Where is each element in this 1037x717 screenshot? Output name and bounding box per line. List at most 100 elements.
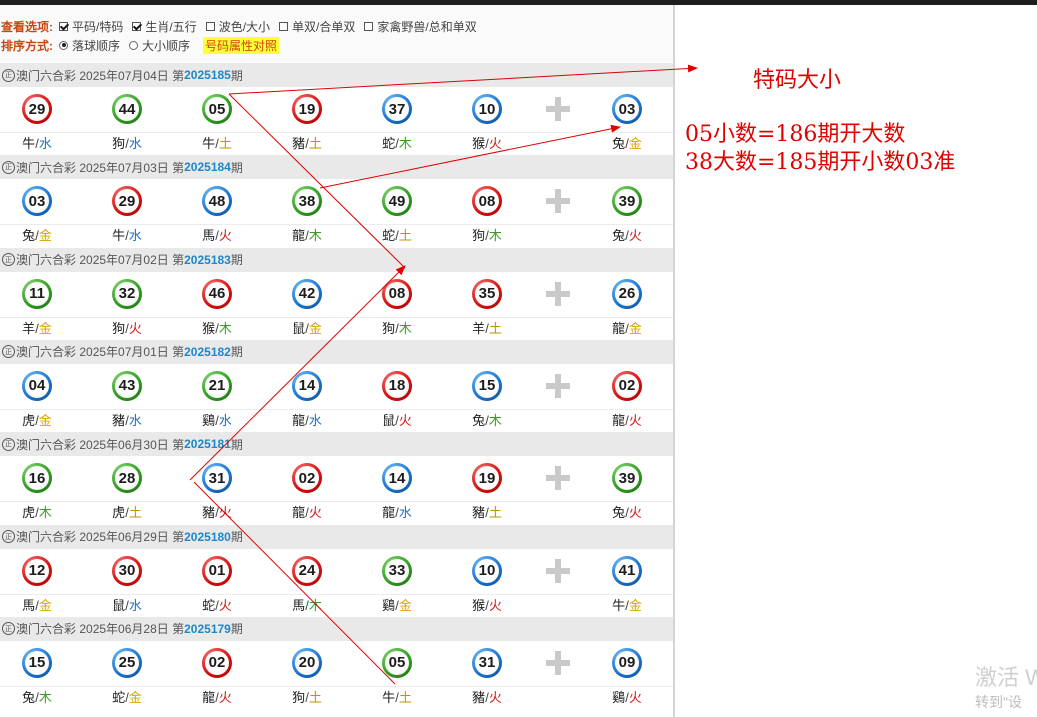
zodiac: 兔 <box>612 505 626 521</box>
ball-row: 12 30 01 24 33 10 41 <box>0 549 673 594</box>
zodiac-element-label: 兔/金 <box>22 228 52 244</box>
element: 水 <box>38 136 52 151</box>
element: 火 <box>218 689 232 705</box>
lottery-name: 澳门六合彩 <box>16 622 77 637</box>
plus-icon <box>546 466 570 491</box>
zodiac-element-label: 馬/金 <box>22 597 52 613</box>
ball-number: 14 <box>385 466 409 491</box>
zodiac: 豬 <box>292 136 306 151</box>
zodiac: 馬 <box>22 597 36 613</box>
radio-icon[interactable] <box>129 40 139 50</box>
zodiac: 蛇 <box>382 228 396 244</box>
element: 木 <box>398 320 412 336</box>
view-option-3[interactable]: 单双/合单双 <box>279 18 355 35</box>
zodiac: 猴 <box>202 320 216 336</box>
watermark-line-2: 转到"设 <box>975 694 1022 710</box>
options-bar: 查看选项: 平码/特码 生肖/五行 波色/大小 单双/合单双 家禽野兽/总和单双 排序方… <box>0 5 673 62</box>
sort-option-0[interactable]: 落球顺序 <box>59 37 120 54</box>
number-ball: 04 <box>22 370 52 401</box>
view-option-1[interactable]: 生肖/五行 <box>132 18 197 35</box>
number-ball: 03 <box>22 186 52 217</box>
element: 金 <box>38 228 52 244</box>
element: 木 <box>398 136 412 151</box>
period-number[interactable]: 2025181 <box>184 437 231 451</box>
sort-option-1[interactable]: 大小顺序 <box>129 37 190 54</box>
ball-number: 20 <box>295 650 319 675</box>
element: 土 <box>488 320 502 336</box>
ball-number: 16 <box>25 466 49 491</box>
sort-options-row: 排序方式: 落球顺序 大小顺序 号码属性对照 <box>1 36 280 54</box>
ball-number: 10 <box>475 97 499 121</box>
element: 火 <box>308 505 322 521</box>
special-number-ball: 02 <box>612 370 642 401</box>
zodiac-element-label: 豬/火 <box>202 505 232 521</box>
period-number[interactable]: 2025182 <box>184 345 231 359</box>
element: 土 <box>488 505 502 521</box>
checkbox-icon[interactable] <box>364 21 374 31</box>
attribute-table-link[interactable]: 号码属性对照 <box>203 36 280 54</box>
zodiac: 虎 <box>22 505 36 521</box>
view-option-0[interactable]: 平码/特码 <box>59 18 123 35</box>
element: 水 <box>128 136 142 151</box>
checkbox-icon[interactable] <box>205 21 215 31</box>
period-number[interactable]: 2025184 <box>184 160 231 174</box>
ball-number: 19 <box>475 466 499 491</box>
view-option-2[interactable]: 波色/大小 <box>205 18 270 35</box>
zodiac: 龍 <box>382 505 396 521</box>
element: 木 <box>38 689 52 705</box>
view-option-4[interactable]: 家禽野兽/总和单双 <box>364 18 477 35</box>
number-ball: 18 <box>382 370 412 401</box>
zodiac: 蛇 <box>202 597 216 613</box>
ball-number: 10 <box>475 558 499 583</box>
zodiac-element-label: 鼠/水 <box>112 597 142 613</box>
special-number-ball: 03 <box>612 94 642 124</box>
zodiac-element-label: 虎/金 <box>22 412 52 428</box>
period-header: 正澳门六合彩 2025年07月04日 第 2025185 期 <box>0 63 673 87</box>
period-number[interactable]: 2025183 <box>184 253 231 267</box>
seal-icon: 正 <box>2 345 15 359</box>
zodiac-row: 虎/木 虎/土 豬/火 龍/火 龍/水 豬/土 兔/火 <box>0 501 673 524</box>
checkbox-icon[interactable] <box>279 21 289 31</box>
zodiac-element-label: 蛇/土 <box>382 228 412 244</box>
number-ball: 05 <box>382 647 412 678</box>
view-option-label: 单双/合单双 <box>292 19 356 34</box>
period-suffix: 期 <box>230 160 243 175</box>
radio-icon[interactable] <box>59 40 68 50</box>
element: 金 <box>398 597 412 613</box>
period-prefix: 第 <box>172 530 185 544</box>
element: 木 <box>488 228 502 244</box>
zodiac: 鷄 <box>202 412 216 428</box>
number-ball: 05 <box>202 94 232 124</box>
lottery-name: 澳门六合彩 <box>16 530 77 544</box>
zodiac: 兔 <box>22 689 36 705</box>
zodiac-row: 羊/金 狗/火 猴/木 鼠/金 狗/木 羊/土 龍/金 <box>0 316 673 340</box>
checkbox-icon[interactable] <box>132 21 142 31</box>
zodiac-element-label: 蛇/金 <box>112 689 142 705</box>
period-suffix: 期 <box>230 530 243 544</box>
number-ball: 49 <box>382 186 412 217</box>
ball-number: 35 <box>475 281 499 306</box>
ball-number: 08 <box>385 281 409 306</box>
ball-number: 01 <box>205 558 229 583</box>
plus-icon <box>546 373 570 398</box>
ball-number: 31 <box>475 650 499 675</box>
ball-row: 03 29 48 38 49 08 39 <box>0 179 673 224</box>
view-option-label: 生肖/五行 <box>145 19 197 34</box>
zodiac: 龍 <box>202 689 216 705</box>
number-ball: 31 <box>472 647 502 678</box>
checkbox-icon[interactable] <box>59 21 68 31</box>
ball-number: 38 <box>295 189 319 214</box>
zodiac: 兔 <box>472 412 486 428</box>
sort-options-label: 排序方式: <box>1 38 53 53</box>
zodiac: 馬 <box>292 597 306 613</box>
zodiac: 鷄 <box>612 689 626 705</box>
draw-date: 2025年07月03日 <box>79 160 169 175</box>
ball-number: 09 <box>615 650 639 675</box>
ball-number: 14 <box>295 373 319 398</box>
period-number[interactable]: 2025180 <box>184 530 231 544</box>
zodiac: 龍 <box>292 505 306 521</box>
zodiac: 虎 <box>22 412 36 428</box>
period-number[interactable]: 2025179 <box>184 622 231 636</box>
zodiac-element-label: 兔/金 <box>612 136 642 151</box>
period-number[interactable]: 2025185 <box>184 68 231 82</box>
